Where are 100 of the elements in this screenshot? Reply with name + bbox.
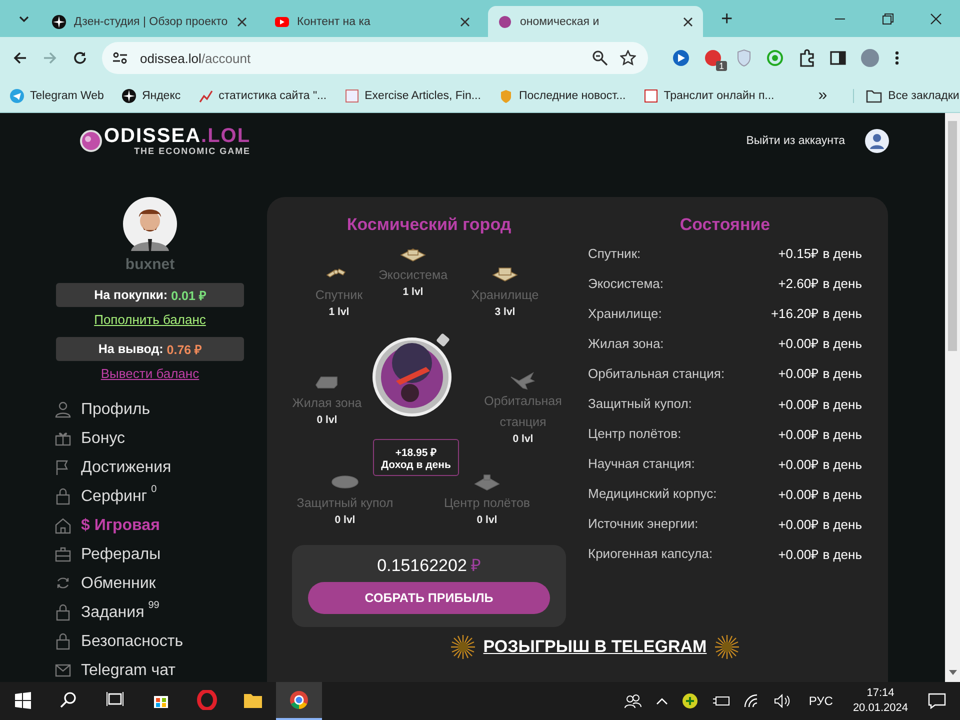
state-label: Источник энергии: <box>588 516 698 532</box>
nav-item[interactable]: Обменник <box>55 569 245 598</box>
state-label: Спутник: <box>588 246 641 261</box>
balance-amount: 0.01 ₽ <box>171 288 206 304</box>
browser-tab[interactable]: Контент на ка <box>265 6 480 37</box>
scrollbar-thumb[interactable] <box>948 121 957 351</box>
profit-counter: 0.15162202 <box>377 556 467 575</box>
logout-link[interactable]: Выйти из аккаунта <box>746 135 845 147</box>
nav-item[interactable]: Рефералы <box>55 540 245 569</box>
state-label: Жилая зона: <box>588 336 664 351</box>
section-title: Космический город <box>346 215 512 235</box>
side-panel-icon[interactable] <box>830 50 846 66</box>
nav-item[interactable]: Достижения <box>55 453 245 482</box>
bookmark[interactable]: Exercise Articles, Fin... <box>344 88 481 102</box>
close-icon[interactable] <box>460 16 470 26</box>
menu-icon[interactable] <box>894 50 900 66</box>
nav-item[interactable]: $ Игровая <box>55 511 245 540</box>
balance-amount: 0.76 ₽ <box>166 342 202 358</box>
state-value: +16.20₽ в день <box>770 305 862 322</box>
nav-item[interactable]: Серфинг $^{0}$ <box>55 482 245 511</box>
back-arrow-icon[interactable] <box>12 50 28 66</box>
tab-title: ономическая и <box>520 16 600 28</box>
state-value: +0.15₽ в день <box>778 245 862 262</box>
state-label: Экосистема: <box>588 276 664 291</box>
language-indicator[interactable]: РУС <box>808 694 833 708</box>
state-label: Орбитальная станция: <box>588 366 725 381</box>
new-tab-button[interactable]: + <box>715 7 739 32</box>
bookmark[interactable]: Последние новост... <box>498 88 626 102</box>
more-bookmarks-button[interactable]: » <box>810 86 836 104</box>
reload-icon[interactable] <box>72 50 88 66</box>
site-logo[interactable]: ODISSEA.LOL THE ECONOMIC GAME <box>80 126 251 156</box>
building-level: 0 lvl <box>316 414 338 426</box>
building-level: 0 lvl <box>512 433 534 445</box>
balance-link[interactable]: Пополнить баланс <box>94 312 206 327</box>
close-icon[interactable] <box>683 16 693 26</box>
nav-item[interactable]: Безопасность <box>55 627 245 656</box>
plus-circle-icon[interactable] <box>682 693 698 709</box>
avatar-icon[interactable] <box>860 48 880 68</box>
scroll-down-arrow-icon[interactable] <box>948 670 956 676</box>
bookmark[interactable]: статистика сайта "... <box>198 88 327 102</box>
browser-tab[interactable]: Дзен-студия | Обзор проекто <box>42 6 257 37</box>
state-value: +0.00₽ в день <box>778 426 862 443</box>
site-settings-icon[interactable] <box>112 51 128 65</box>
bookmark[interactable]: Telegram Web <box>10 88 104 102</box>
firework-icon <box>449 633 478 661</box>
collect-button[interactable]: СОБРАТЬ ПРИБЫЛЬ <box>308 582 550 614</box>
nav-item[interactable]: Бонус <box>55 424 245 453</box>
telegram-giveaway-link[interactable]: РОЗЫГРЫШ В TELEGRAM <box>483 637 707 657</box>
volume-icon[interactable] <box>774 694 792 708</box>
clock-time[interactable]: 17:14 <box>866 686 894 701</box>
firework-icon <box>712 633 741 661</box>
nav-icon <box>55 546 71 564</box>
battery-icon[interactable] <box>712 695 730 707</box>
clock-date[interactable]: 20.01.2024 <box>852 701 908 716</box>
taskbar-app[interactable] <box>276 682 322 720</box>
currency-sign: ₽ <box>470 556 481 575</box>
address-bar[interactable]: odissea.lol/account <box>102 42 648 74</box>
user-avatar-icon[interactable] <box>865 129 889 153</box>
state-value: +0.00₽ в день <box>778 365 862 382</box>
puzzle-icon[interactable] <box>798 49 816 67</box>
state-label: Криогенная капсула: <box>588 546 713 562</box>
restore-icon[interactable] <box>882 13 894 25</box>
state-label: Хранилище: <box>588 306 662 321</box>
building-name: Экосистема <box>378 267 448 284</box>
all-bookmarks-button[interactable]: Все закладки <box>853 88 960 102</box>
username: buxnet <box>125 256 175 273</box>
favicon-icon <box>52 14 66 28</box>
user-avatar-icon <box>123 197 177 251</box>
browser-tab[interactable]: ономическая и <box>488 6 703 37</box>
state-value: +0.00₽ в день <box>778 335 862 352</box>
building-name: Жилая зона <box>292 395 362 412</box>
close-icon[interactable] <box>930 13 942 25</box>
bookmark[interactable]: Яндекс <box>122 88 181 102</box>
notification-icon[interactable] <box>928 693 946 709</box>
nav-item[interactable]: Telegram чат <box>55 656 245 682</box>
chevron-up-icon[interactable] <box>656 697 668 705</box>
building-level: 3 lvl <box>494 306 516 318</box>
bookmark[interactable]: Транслит онлайн п... <box>644 88 774 102</box>
favicon-icon <box>644 88 658 102</box>
favicon-icon <box>498 88 513 102</box>
star-icon[interactable] <box>620 50 636 66</box>
building-name: Защитный купол <box>296 495 394 512</box>
chrome-icon <box>289 690 309 710</box>
building-level: 1 lvl <box>328 306 350 318</box>
income-amount: +18.95 ₽ <box>395 446 437 458</box>
wifi-icon[interactable] <box>744 694 760 708</box>
zoom-icon[interactable] <box>592 50 608 66</box>
nav-icon <box>55 604 71 622</box>
balance-link[interactable]: Вывести баланс <box>100 366 200 381</box>
favicon-icon <box>498 14 512 28</box>
state-value: +0.00₽ в день <box>778 516 862 533</box>
close-icon[interactable] <box>237 16 247 26</box>
state-value: +2.60₽ в день <box>778 275 862 292</box>
people-icon[interactable] <box>624 693 642 709</box>
extension-icon[interactable] <box>672 49 690 67</box>
nav-icon <box>55 516 71 534</box>
state-value: +0.00₽ в день <box>778 396 862 413</box>
nav-item[interactable]: Задания $^{99}$ <box>55 598 245 627</box>
nav-item[interactable]: Профиль <box>55 395 245 424</box>
extension-icon[interactable] <box>704 49 722 67</box>
